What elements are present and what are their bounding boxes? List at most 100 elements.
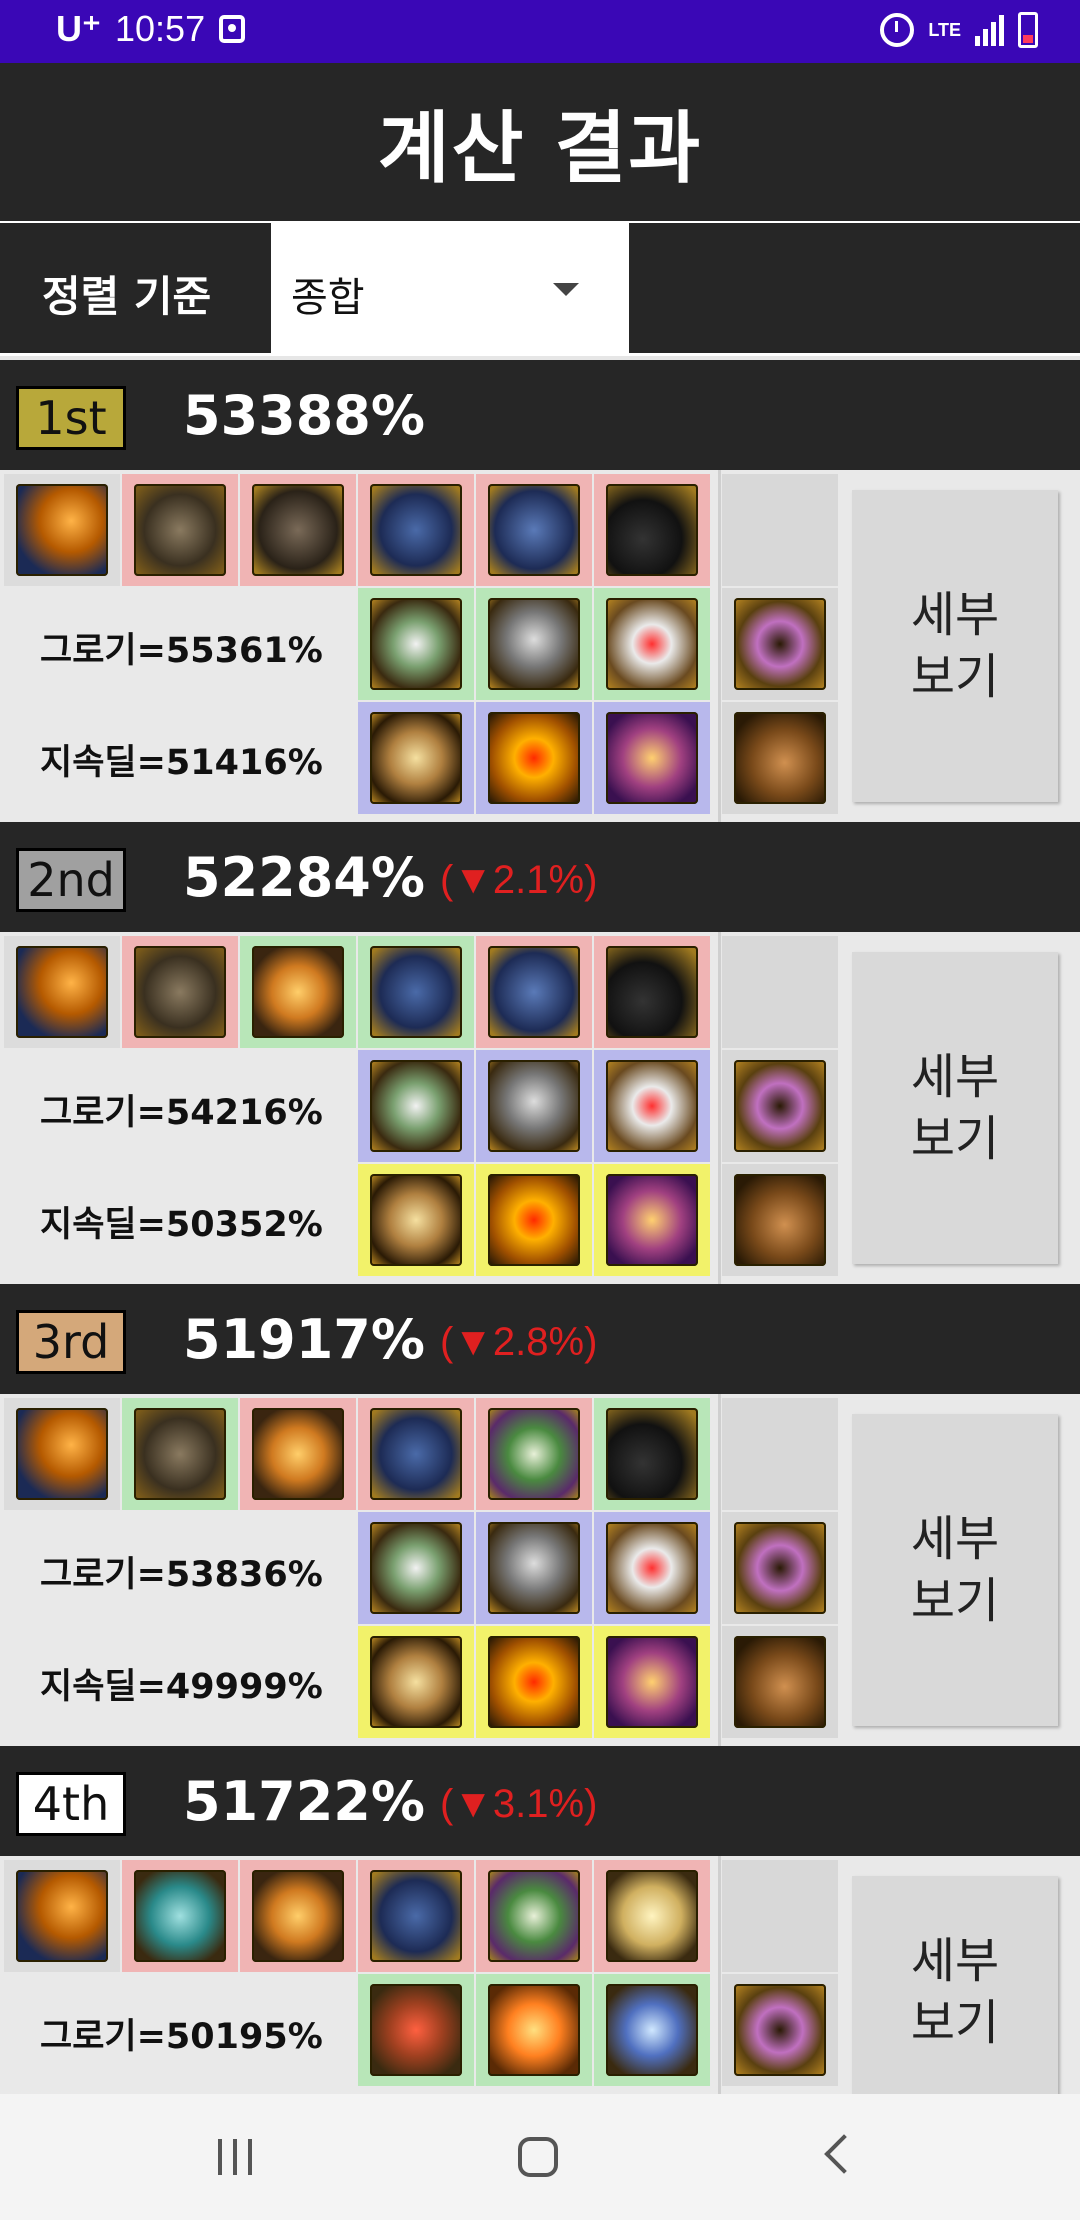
equipment-slot[interactable]	[476, 1398, 592, 1510]
equipment-slot[interactable]	[240, 1398, 356, 1510]
equipment-slot[interactable]	[594, 702, 710, 814]
equipment-slot[interactable]	[594, 1398, 710, 1510]
orb-item-icon	[252, 1870, 344, 1962]
equipment-slot[interactable]	[240, 1860, 356, 1972]
equipment-slot[interactable]	[122, 1860, 238, 1972]
equipment-slot[interactable]	[476, 1974, 592, 2086]
sapphire-item-icon	[606, 1984, 698, 2076]
crimson-item-icon	[370, 1984, 462, 2076]
equipment-slot[interactable]	[358, 1164, 474, 1276]
detail-view-button[interactable]: 세부 보기	[852, 1876, 1058, 2108]
sustain-stat: 지속딜=51416%	[40, 743, 323, 783]
equipment-slot[interactable]	[476, 702, 592, 814]
empty-item-icon	[734, 1870, 826, 1962]
equipment-slot[interactable]	[594, 1512, 710, 1624]
equipment-slot[interactable]	[4, 474, 120, 586]
total-score: 51722%	[183, 1770, 425, 1833]
equipment-slot[interactable]	[358, 1398, 474, 1510]
equipment-slot[interactable]	[476, 1512, 592, 1624]
top-item-icon	[370, 1870, 462, 1962]
equipment-slot[interactable]	[476, 936, 592, 1048]
equipment-slot[interactable]	[722, 1050, 838, 1162]
equipment-slot[interactable]	[594, 1626, 710, 1738]
equipment-slot[interactable]	[476, 474, 592, 586]
tool-item-icon	[734, 712, 826, 804]
equipment-grid: 그로기=53836% 지속딜=49999% 세부 보기	[0, 1394, 1080, 1746]
sort-label: 정렬 기준	[42, 272, 212, 321]
back-icon[interactable]	[824, 2134, 864, 2174]
equipment-slot[interactable]	[240, 474, 356, 586]
equipment-slot[interactable]	[358, 1974, 474, 2086]
equipment-slot[interactable]	[594, 474, 710, 586]
equipment-slot[interactable]	[4, 1398, 120, 1510]
detail-view-button[interactable]: 세부 보기	[852, 952, 1058, 1264]
equipment-slot[interactable]	[594, 1974, 710, 2086]
band-item-icon	[734, 1984, 826, 2076]
signal-icon	[975, 14, 1004, 46]
equipment-slot[interactable]	[476, 1050, 592, 1162]
equipment-slot[interactable]	[358, 1626, 474, 1738]
total-score: 52284%	[183, 846, 425, 909]
rank-badge: 4th	[16, 1772, 126, 1836]
recent-apps-icon[interactable]	[218, 2139, 252, 2175]
equipment-slot[interactable]	[594, 588, 710, 700]
status-right: LTE	[880, 12, 1038, 48]
sort-selected-value: 종합	[291, 275, 365, 321]
equipment-slot[interactable]	[476, 1164, 592, 1276]
equipment-slot[interactable]	[476, 588, 592, 700]
equipment-slot[interactable]	[358, 936, 474, 1048]
equipment-slot[interactable]	[240, 936, 356, 1048]
equipment-slot[interactable]	[594, 1050, 710, 1162]
sort-dropdown[interactable]: 종합	[271, 223, 629, 353]
equipment-slot[interactable]	[122, 474, 238, 586]
equipment-slot[interactable]	[722, 1398, 838, 1510]
weapon-item-icon	[16, 1408, 108, 1500]
equipment-slot[interactable]	[358, 588, 474, 700]
green-item-icon	[488, 1408, 580, 1500]
equipment-slot[interactable]	[722, 936, 838, 1048]
equipment-slot[interactable]	[722, 1164, 838, 1276]
equipment-slot[interactable]	[594, 1164, 710, 1276]
top-item-icon	[370, 946, 462, 1038]
equipment-slot[interactable]	[476, 1626, 592, 1738]
equipment-slot[interactable]	[722, 474, 838, 586]
equipment-slot[interactable]	[722, 588, 838, 700]
equipment-slot[interactable]	[722, 1626, 838, 1738]
home-icon[interactable]	[518, 2137, 558, 2177]
equipment-slot[interactable]	[722, 1860, 838, 1972]
detail-view-button[interactable]: 세부 보기	[852, 1414, 1058, 1726]
equipment-slot[interactable]	[594, 1860, 710, 1972]
sun-item-icon	[488, 712, 580, 804]
equipment-slot[interactable]	[722, 1974, 838, 2086]
empty-item-icon	[734, 946, 826, 1038]
amulet-item-icon	[370, 1522, 462, 1614]
equipment-slot[interactable]	[722, 1512, 838, 1624]
equipment-slot[interactable]	[722, 702, 838, 814]
equipment-slot[interactable]	[122, 936, 238, 1048]
total-score: 51917%	[183, 1308, 425, 1371]
equipment-slot[interactable]	[476, 1860, 592, 1972]
crown-item-icon	[488, 598, 580, 690]
empty-item-icon	[734, 484, 826, 576]
equipment-slot[interactable]	[358, 1512, 474, 1624]
equipment-slot[interactable]	[358, 1860, 474, 1972]
green-item-icon	[488, 1870, 580, 1962]
shoulder-item-icon	[134, 946, 226, 1038]
equipment-slot[interactable]	[358, 1050, 474, 1162]
equipment-slot[interactable]	[358, 702, 474, 814]
rank-badge: 1st	[16, 386, 126, 450]
detail-view-button[interactable]: 세부 보기	[852, 490, 1058, 802]
column-divider	[718, 470, 721, 822]
sustain-stat: 지속딜=50352%	[40, 1205, 323, 1245]
column-divider	[718, 1394, 721, 1746]
crown-item-icon	[488, 1522, 580, 1614]
equipment-slot[interactable]	[594, 936, 710, 1048]
equipment-slot[interactable]	[4, 936, 120, 1048]
ring-item-icon	[606, 1060, 698, 1152]
top-item-icon	[370, 1408, 462, 1500]
equipment-slot[interactable]	[4, 1860, 120, 1972]
equipment-slot[interactable]	[122, 1398, 238, 1510]
result-header: 1st 53388%	[0, 360, 1080, 470]
status-bar: U⁺ 10:57 LTE	[0, 0, 1080, 63]
equipment-slot[interactable]	[358, 474, 474, 586]
